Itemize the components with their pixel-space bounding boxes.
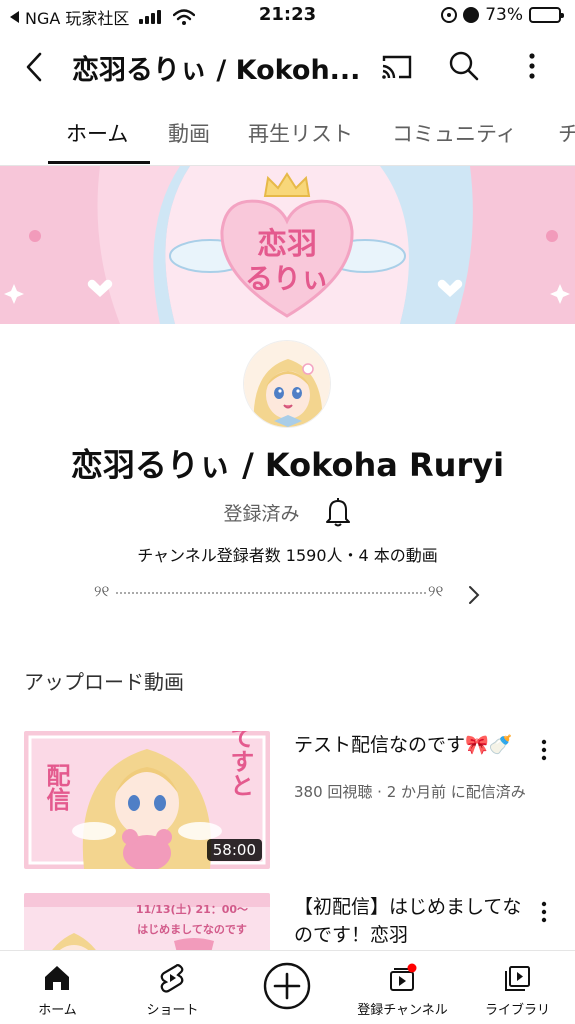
nav-subscriptions[interactable]: 登録チャンネル: [345, 951, 460, 1024]
subscribed-button[interactable]: 登録済み: [223, 499, 299, 526]
thumbnail-text-sub: はじめましてなのです: [137, 923, 247, 936]
video-item[interactable]: 配信 てすと 58:00 テスト配信なのです🎀🍼 380 回視聴 · 2 か月前…: [24, 731, 564, 871]
library-icon: [505, 966, 530, 991]
video-more-icon[interactable]: [534, 899, 554, 925]
chevron-right-icon[interactable]: [466, 584, 482, 606]
nav-library[interactable]: ライブラリ: [460, 951, 575, 1024]
link-divider: [116, 592, 426, 594]
more-vert-icon[interactable]: [520, 50, 544, 82]
battery-percent: 73%: [485, 5, 523, 25]
video-meta: 380 回視聴 · 2 か月前 に配信済み: [294, 783, 526, 801]
bottom-nav: ホーム ショート 登録チャンネル ライブラリ: [0, 950, 575, 1024]
tab-channels[interactable]: チ: [558, 118, 575, 148]
video-title[interactable]: テスト配信なのです🎀🍼: [294, 731, 524, 759]
nav-shorts-label: ショート: [146, 1003, 199, 1018]
channel-title: 恋羽るりぃ / Kokoh...: [72, 55, 361, 86]
thumbnail-text-left: 配信: [42, 763, 70, 812]
uploads-section-title: アップロード動画: [24, 670, 184, 694]
channel-stats: チャンネル登録者数 1590人・4 本の動画: [137, 546, 438, 565]
channel-links[interactable]: ୨୧ ୨୧: [94, 582, 494, 606]
link-decoration-left: ୨୧: [94, 582, 110, 600]
home-icon: [45, 966, 69, 990]
nav-subscriptions-label: 登録チャンネル: [357, 1003, 448, 1018]
back-arrow-icon[interactable]: [20, 50, 50, 84]
tab-videos[interactable]: 動画: [168, 118, 210, 148]
cast-icon[interactable]: [380, 52, 414, 82]
channel-banner: 恋羽 るりぃ: [0, 166, 575, 324]
status-bar: NGA 玩家社区 21:23 73%: [0, 0, 575, 32]
search-icon[interactable]: [448, 50, 480, 82]
tab-home[interactable]: ホーム: [66, 118, 128, 148]
nav-shorts[interactable]: ショート: [115, 951, 230, 1024]
thumbnail-text-top: 11/13(土) 21：00～: [136, 902, 248, 916]
nav-create[interactable]: [230, 951, 345, 1024]
create-icon: [263, 962, 311, 1010]
channel-tabs: ホーム 動画 再生リスト コミュニティ チ: [0, 100, 575, 166]
banner-art: 恋羽 るりぃ: [0, 166, 575, 324]
subscribe-row: 登録済み: [0, 496, 575, 528]
app-bar: 恋羽るりぃ / Kokoh...: [0, 36, 575, 96]
thumbnail-text-right: てすと: [226, 731, 254, 797]
video-duration: 58:00: [206, 839, 262, 861]
nav-home[interactable]: ホーム: [0, 951, 115, 1024]
tab-community[interactable]: コミュニティ: [392, 118, 517, 148]
tab-indicator: [48, 161, 150, 164]
battery-icon: [529, 7, 564, 23]
tab-playlists[interactable]: 再生リスト: [248, 118, 353, 148]
alarm-icon: [463, 7, 480, 23]
banner-logo-text-1: 恋羽: [257, 227, 317, 262]
video-thumbnail[interactable]: 配信 てすと 58:00: [24, 731, 270, 869]
video-more-icon[interactable]: [534, 737, 554, 763]
nav-library-label: ライブラリ: [484, 1003, 550, 1018]
channel-name: 恋羽るりぃ / Kokoha Ruryi: [70, 446, 505, 484]
video-title[interactable]: 【初配信】はじめましてなのです！恋羽: [294, 893, 524, 949]
channel-avatar[interactable]: [243, 340, 331, 428]
nav-home-label: ホーム: [38, 1003, 77, 1018]
banner-logo-text-2: るりぃ: [245, 262, 329, 295]
shorts-icon: [160, 964, 184, 993]
status-right: 73%: [441, 5, 564, 25]
notification-bell-icon[interactable]: [324, 496, 352, 528]
link-decoration-right: ୨୧: [428, 582, 444, 600]
subscriptions-icon: [390, 963, 417, 991]
orientation-lock-icon: [441, 7, 458, 23]
